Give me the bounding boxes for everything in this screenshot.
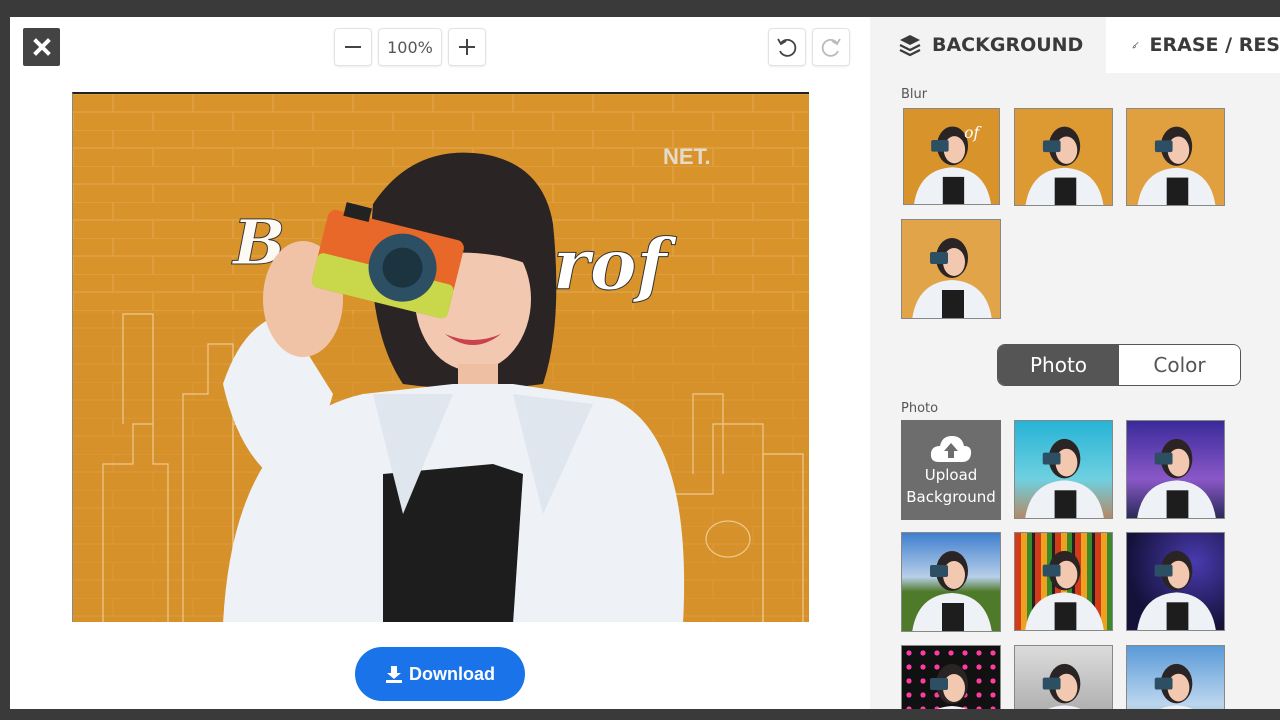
tab-background-label: BACKGROUND [932, 34, 1084, 56]
photo-toggle[interactable]: Photo [998, 345, 1119, 385]
blur-thumb-4[interactable] [901, 219, 1001, 319]
upload-label-line2: Background [906, 488, 996, 506]
history-controls [768, 28, 850, 66]
person-thumbnail [1025, 550, 1104, 630]
edited-photo: NET. B rof [73, 94, 809, 622]
minus-icon [345, 46, 361, 48]
photo-thumb-stripes[interactable] [1014, 532, 1113, 631]
photo-thumb-countryside[interactable] [901, 532, 1001, 632]
person-thumbnail [1137, 126, 1216, 205]
brush-icon [1132, 41, 1139, 49]
person-thumbnail [930, 664, 968, 709]
side-panel: BACKGROUND ERASE / RES Blur of Photo Col… [870, 17, 1280, 709]
panel-tabs: BACKGROUND ERASE / RES [870, 17, 1280, 73]
app-frame: 100% NET. B rof Download BACKGROUND ERAS… [10, 17, 1280, 709]
redo-icon [821, 38, 841, 57]
photo-canvas[interactable]: NET. B rof [72, 92, 809, 622]
background-type-toggle: Photo Color [997, 344, 1241, 386]
zoom-in-button[interactable] [448, 28, 486, 66]
layers-icon [899, 35, 921, 57]
person-thumbnail [1025, 438, 1104, 518]
editor-area: 100% NET. B rof Download [10, 17, 870, 709]
download-button[interactable]: Download [355, 647, 525, 701]
blur-thumb-2[interactable] [1014, 108, 1113, 206]
zoom-level: 100% [378, 28, 442, 66]
person-thumbnail [1137, 438, 1216, 518]
plus-icon [459, 39, 475, 55]
undo-button[interactable] [768, 28, 806, 66]
person-thumbnail [1137, 550, 1216, 630]
color-toggle[interactable]: Color [1119, 345, 1240, 385]
photo-thumb-beach[interactable] [1014, 420, 1113, 519]
download-icon [386, 666, 402, 683]
person-thumbnail: of [914, 124, 991, 204]
tab-erase-label: ERASE / RES [1149, 34, 1280, 56]
tab-background[interactable]: BACKGROUND [870, 17, 1106, 73]
redo-button[interactable] [812, 28, 850, 66]
zoom-controls: 100% [334, 28, 486, 66]
person-thumbnail [912, 238, 992, 318]
upload-label-line1: Upload [924, 466, 978, 484]
upload-background-button[interactable]: Upload Background [901, 420, 1001, 520]
person-thumbnail [1042, 663, 1081, 709]
blur-section-label: Blur [901, 87, 928, 102]
svg-text:of: of [964, 124, 982, 142]
blur-thumb-3[interactable] [1126, 108, 1225, 206]
download-label: Download [409, 663, 495, 684]
svg-text:rof: rof [553, 223, 678, 306]
zoom-out-button[interactable] [334, 28, 372, 66]
svg-text:NET.: NET. [663, 144, 711, 169]
cloud-upload-icon [930, 436, 972, 462]
close-button[interactable] [23, 28, 60, 66]
photo-thumb-night-bridge[interactable] [1126, 420, 1225, 519]
close-icon [32, 38, 51, 56]
photo-thumb-winter-trees[interactable] [1014, 645, 1113, 709]
person-thumbnail [1154, 663, 1193, 709]
person-thumbnail [912, 551, 992, 631]
photo-thumb-galaxy[interactable] [1126, 532, 1225, 631]
undo-icon [777, 38, 797, 57]
tab-erase-restore[interactable]: ERASE / RES [1106, 17, 1280, 73]
photo-section-label: Photo [901, 401, 939, 416]
person-thumbnail [1025, 126, 1104, 205]
blur-thumb-1[interactable]: of [903, 108, 1000, 205]
photo-thumb-city-skyline[interactable] [1126, 645, 1225, 709]
photo-thumb-pink-dots[interactable] [901, 645, 1001, 709]
